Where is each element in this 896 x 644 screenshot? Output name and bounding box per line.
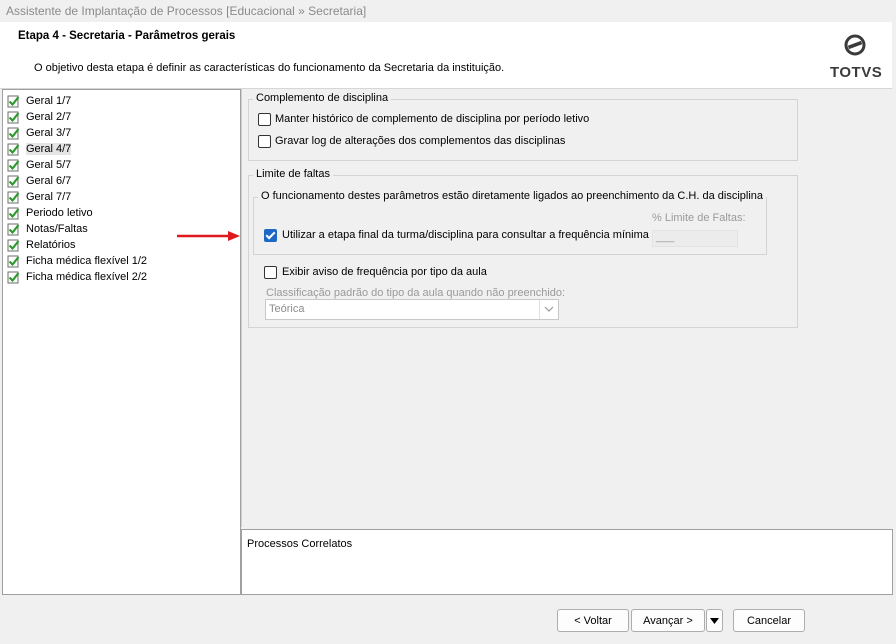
checked-page-icon xyxy=(7,223,20,235)
tree-item[interactable]: Geral 1/7 xyxy=(7,93,71,109)
tree-item[interactable]: Relatórios xyxy=(7,237,76,253)
checked-page-icon xyxy=(7,95,20,107)
manter-historico-label: Manter histórico de complemento de disci… xyxy=(275,113,590,125)
checked-page-icon xyxy=(7,143,20,155)
tree-item[interactable]: Geral 5/7 xyxy=(7,157,71,173)
step-description: O objetivo desta etapa é definir as cara… xyxy=(34,62,505,74)
cancel-button[interactable]: Cancelar xyxy=(733,609,805,632)
exibir-aviso-label: Exibir aviso de frequência por tipo da a… xyxy=(282,266,487,278)
tree-item[interactable]: Ficha médica flexível 2/2 xyxy=(7,269,147,285)
tree-item-label: Geral 2/7 xyxy=(26,111,72,123)
checked-page-icon xyxy=(7,207,20,219)
tree-item-label: Ficha médica flexível 1/2 xyxy=(26,255,148,267)
limite-faltas-group: Limite de faltas O funcionamento destes … xyxy=(248,168,798,328)
chevron-down-icon xyxy=(544,306,554,312)
tree-item-label: Ficha médica flexível 2/2 xyxy=(26,271,148,283)
caret-down-icon xyxy=(710,617,719,624)
tree-item-label: Geral 3/7 xyxy=(26,127,72,139)
tree-item-label: Notas/Faltas xyxy=(26,223,88,235)
ch-disciplina-subgroup: O funcionamento destes parâmetros estão … xyxy=(253,190,767,255)
step-title: Etapa 4 - Secretaria - Parâmetros gerais xyxy=(18,30,236,42)
tree-item-label: Geral 7/7 xyxy=(26,191,72,203)
checked-page-icon xyxy=(7,239,20,251)
tree-item-label: Periodo letivo xyxy=(26,207,93,219)
totvs-logo-icon xyxy=(844,34,866,56)
next-dropdown-button[interactable] xyxy=(706,609,723,632)
processos-correlatos-panel: Processos Correlatos xyxy=(241,529,893,595)
tree-item[interactable]: Geral 4/7 xyxy=(7,141,72,157)
totvs-logo: TOTVS xyxy=(826,32,886,82)
tree-item-label: Relatórios xyxy=(26,239,76,251)
processos-correlatos-label: Processos Correlatos xyxy=(247,538,353,550)
limite-faltas-group-title: Limite de faltas xyxy=(253,168,333,180)
tree-item[interactable]: Notas/Faltas xyxy=(7,221,88,237)
limite-faltas-value: ___ xyxy=(656,231,675,243)
title-bar: Assistente de Implantação de Processos [… xyxy=(0,0,896,22)
red-arrow-icon xyxy=(177,231,240,241)
steps-tree: Geral 1/7 Geral 2/7 Geral 3/7 Geral 4/7 Gera… xyxy=(2,89,241,595)
etapa-final-label: Utilizar a etapa final da turma/discipli… xyxy=(282,229,649,241)
window-title: Assistente de Implantação de Processos [… xyxy=(6,4,367,18)
checked-page-icon xyxy=(7,191,20,203)
limite-faltas-input[interactable]: ___ xyxy=(652,230,738,247)
logo-text: TOTVS xyxy=(830,64,883,81)
exibir-aviso-checkbox[interactable] xyxy=(264,266,277,279)
wizard-header: Etapa 4 - Secretaria - Parâmetros gerais… xyxy=(0,22,892,89)
tree-item[interactable]: Geral 2/7 xyxy=(7,109,71,125)
tree-item[interactable]: Geral 3/7 xyxy=(7,125,71,141)
checked-page-icon xyxy=(7,175,20,187)
tree-item[interactable]: Geral 7/7 xyxy=(7,189,71,205)
tree-item[interactable]: Periodo letivo xyxy=(7,205,93,221)
gravar-log-label: Gravar log de alterações dos complemento… xyxy=(275,135,566,147)
tree-item[interactable]: Ficha médica flexível 1/2 xyxy=(7,253,147,269)
limite-faltas-label: % Limite de Faltas: xyxy=(652,212,746,224)
classificacao-label: Classificação padrão do tipo da aula qua… xyxy=(266,287,566,299)
gravar-log-checkbox[interactable] xyxy=(258,135,271,148)
classificacao-select[interactable]: Teórica xyxy=(265,299,559,320)
complemento-group: Complemento de disciplina Manter históri… xyxy=(248,92,798,161)
tree-item-label: Geral 1/7 xyxy=(26,95,72,107)
classificacao-value: Teórica xyxy=(269,303,305,315)
tree-item-label: Geral 6/7 xyxy=(26,175,72,187)
checked-page-icon xyxy=(7,159,20,171)
checked-page-icon xyxy=(7,271,20,283)
main-panel: Complemento de disciplina Manter históri… xyxy=(241,89,894,527)
tree-item-label: Geral 4/7 xyxy=(26,143,72,155)
complemento-group-title: Complemento de disciplina xyxy=(253,92,392,104)
back-button[interactable]: < Voltar xyxy=(557,609,629,632)
checked-page-icon xyxy=(7,111,20,123)
next-button[interactable]: Avançar > xyxy=(631,609,705,632)
checked-page-icon xyxy=(7,127,20,139)
manter-historico-checkbox[interactable] xyxy=(258,113,271,126)
tree-item-label: Geral 5/7 xyxy=(26,159,72,171)
tree-item[interactable]: Geral 6/7 xyxy=(7,173,71,189)
ch-disciplina-subgroup-title: O funcionamento destes parâmetros estão … xyxy=(258,190,767,202)
classificacao-dropdown-button[interactable] xyxy=(539,300,558,319)
checked-page-icon xyxy=(7,255,20,267)
etapa-final-checkbox[interactable] xyxy=(264,229,277,242)
